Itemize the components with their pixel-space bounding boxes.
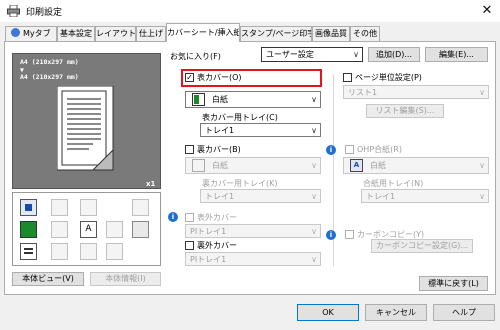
chevron-down-icon: ∨ [353,50,359,59]
cover-sheet-icon [20,199,37,216]
ohp-checkbox[interactable] [345,145,354,154]
ohp-tray-dropdown[interactable]: トレイ1 ∨ [361,189,489,203]
carbon-copy-settings-button[interactable]: カーボンコピー設定(G)... [371,239,473,253]
blank-paper-icon [192,93,205,106]
front-cover-label: 表カバー(O) [197,73,242,82]
per-page-list-value: リスト1 [348,88,378,97]
front-outer-tray-dropdown[interactable]: PIトレイ1 ∨ [185,224,321,238]
fold-page-icon [132,199,149,216]
tab-other[interactable]: その他 [350,26,380,41]
tab-image-quality[interactable]: 画像品質 [312,26,350,41]
back-outer-label: 裏外カバー [197,241,237,250]
title-bar [0,0,500,22]
back-cover-tray-dropdown[interactable]: トレイ1 ∨ [200,189,321,203]
device-view-button[interactable]: 本体ビュー(V) [12,272,84,286]
printer-app-icon [7,5,20,17]
back-cover-tray-label: 裏カバー用トレイ(K) [202,179,278,188]
chevron-down-icon: ∨ [311,227,317,236]
chevron-down-icon: ∨ [311,126,317,135]
chevron-down-icon: ∨ [479,88,485,97]
ok-button[interactable]: OK [297,304,359,321]
info-icon[interactable]: i [326,145,336,155]
window-title: 印刷設定 [26,8,63,18]
front-cover-paper-dropdown[interactable]: 白紙 ∨ [185,91,321,108]
tab-stamp[interactable]: スタンプ/ページ印字 [240,26,312,41]
chevron-down-icon: ∨ [311,161,317,170]
back-cover-paper-dropdown[interactable]: 白紙 ∨ [185,157,321,174]
collate-page-icon [80,243,97,260]
cancel-button[interactable]: キャンセル [365,304,427,321]
front-cover-tray-value: トレイ1 [205,126,235,135]
back-outer-checkbox[interactable] [185,241,194,250]
ohp-paper-dropdown[interactable]: 白紙 ∨ [343,157,489,174]
restore-defaults-button[interactable]: 標準に戻す(L) [419,276,488,291]
preview-original-size: A4 (210x297 mm) [20,58,79,66]
document-preview-icon [57,86,114,171]
tab-my-label: Myタブ [22,29,51,38]
front-cover-paper-value: 白紙 [212,95,228,104]
info-icon[interactable]: i [168,212,178,222]
carbon-copy-checkbox[interactable] [345,230,354,239]
staple-page-icon [80,199,97,216]
close-window-button[interactable]: ✕ [478,2,496,20]
favorites-value: ユーザー設定 [266,50,314,59]
tray-page-icon [132,221,149,238]
tab-basic[interactable]: 基本設定 [57,26,95,41]
chevron-down-icon: ∨ [311,95,317,104]
back-cover-label: 裏カバー(B) [197,145,241,154]
ohp-paper-value: 白紙 [370,161,386,170]
back-outer-tray-value: PIトレイ1 [190,255,227,264]
per-page-checkbox[interactable] [343,73,352,82]
ohp-tray-value: トレイ1 [366,192,396,201]
front-outer-checkbox[interactable] [185,213,194,222]
transparency-paper-icon: A [350,159,363,172]
color-page-icon [20,221,37,238]
favorites-label: お気に入り(F) [170,52,221,61]
text-page-icon: A [80,221,97,238]
front-cover-tray-dropdown[interactable]: トレイ1 ∨ [200,123,321,137]
layout-page-icon [106,221,123,238]
blank-page-icon [51,199,68,216]
front-outer-label: 表外カバー [197,213,237,222]
overlay-page-icon [51,243,68,260]
preview-paper-size: A4 (210x297 mm) [20,73,79,81]
user-icon [11,28,21,37]
favorites-dropdown[interactable]: ユーザー設定 ∨ [261,47,363,62]
ohp-label: OHP合紙(R) [357,145,402,154]
blank-paper-icon [192,159,205,172]
per-page-label: ページ単位設定(P) [355,73,422,82]
page-list-icon [20,243,37,260]
chevron-down-icon: ∨ [479,192,485,201]
back-cover-checkbox[interactable] [185,145,194,154]
punch-page-icon [106,243,123,260]
preview-copies: x1 [146,180,156,188]
back-cover-tray-value: トレイ1 [205,192,235,201]
info-icon[interactable]: i [326,230,336,240]
help-button[interactable]: ヘルプ [433,304,495,321]
tab-cover-insert[interactable]: カバーシート/挿入紙 [166,23,240,42]
tab-my[interactable]: Myタブ [5,26,57,41]
device-info-button[interactable]: 本体情報(I) [90,272,161,286]
stack-page-icon [51,221,68,238]
chevron-down-icon: ∨ [479,161,485,170]
per-page-list-dropdown[interactable]: リスト1 ∨ [343,85,489,99]
tab-layout[interactable]: レイアウト [95,26,136,41]
chevron-down-icon: ∨ [311,192,317,201]
edit-favorite-button[interactable]: 編集(E)... [425,47,488,62]
tab-finishing[interactable]: 仕上げ [136,26,166,41]
ohp-tray-label: 合紙用トレイ(N) [363,179,424,188]
back-cover-paper-value: 白紙 [212,161,228,170]
front-cover-checkbox[interactable]: ✓ [185,73,194,82]
chevron-down-icon: ∨ [311,255,317,264]
list-edit-button[interactable]: リスト編集(S)... [366,104,444,118]
front-cover-tray-label: 表カバー用トレイ(C) [202,113,278,122]
front-outer-tray-value: PIトレイ1 [190,227,227,236]
back-outer-tray-dropdown[interactable]: PIトレイ1 ∨ [185,252,321,266]
add-favorite-button[interactable]: 追加(D)... [368,47,420,62]
